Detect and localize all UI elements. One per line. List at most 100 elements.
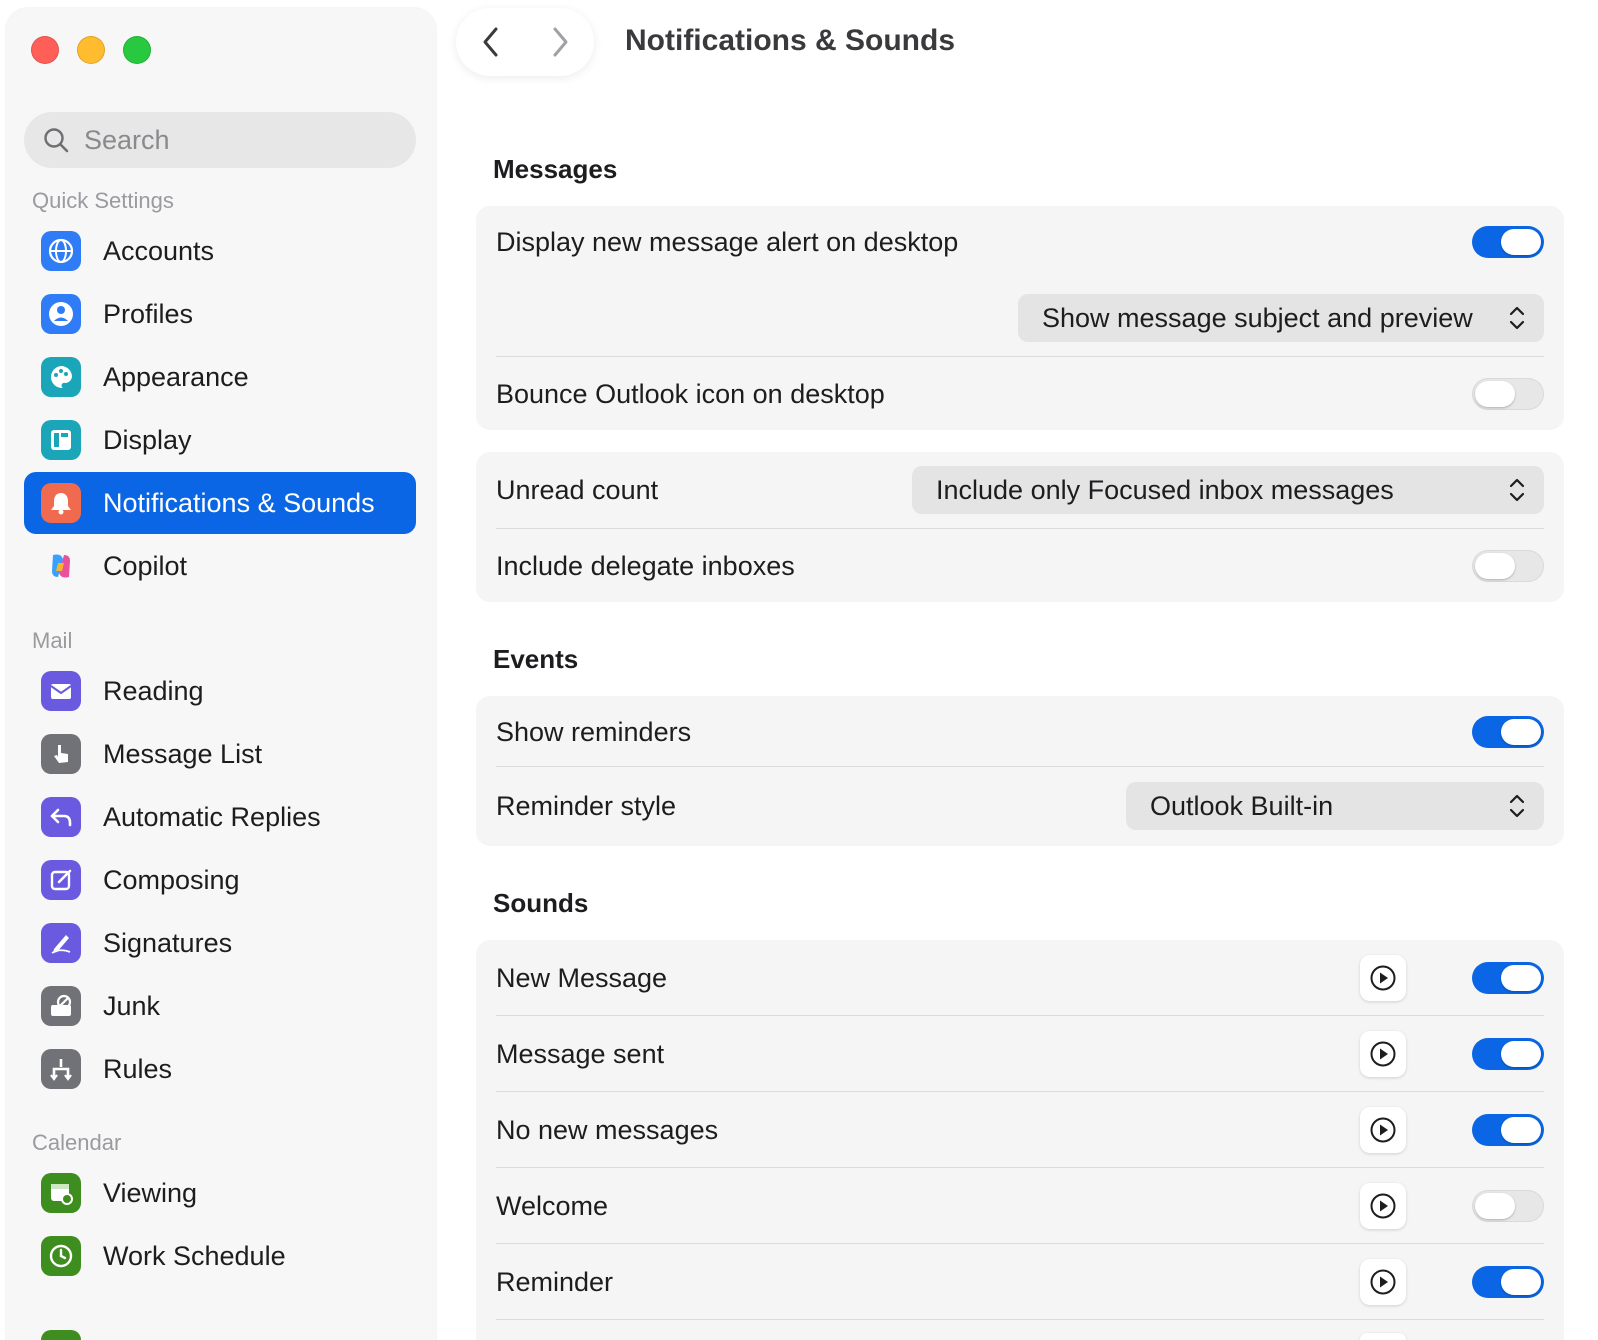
sidebar-item-viewing[interactable]: Viewing — [24, 1162, 416, 1224]
reminder-style-select-value: Outlook Built-in — [1150, 790, 1334, 821]
bounce-label: Bounce Outlook icon on desktop — [496, 378, 885, 409]
play-sound-button[interactable] — [1360, 1183, 1406, 1229]
back-button[interactable] — [466, 25, 516, 59]
unread-count-select-value: Include only Focused inbox messages — [936, 474, 1394, 505]
zoom-window-button[interactable] — [123, 36, 151, 64]
sidebar-item-label: Accounts — [103, 235, 215, 266]
display-alert-row: Display new message alert on desktop — [496, 220, 1544, 264]
bounce-row: Bounce Outlook icon on desktop — [496, 372, 1544, 416]
reminders-toggle[interactable] — [1472, 716, 1544, 748]
section-label-calendar: Calendar — [32, 1130, 122, 1155]
play-sound-button-partial[interactable] — [1360, 1333, 1406, 1340]
sidebar-item-label: Junk — [103, 990, 161, 1021]
chevron-left-icon — [483, 27, 497, 57]
section-title-messages: Messages — [493, 154, 618, 184]
compose-icon — [41, 860, 81, 900]
reply-icon — [41, 797, 81, 837]
bounce-toggle[interactable] — [1472, 378, 1544, 410]
reminder-style-select[interactable]: Outlook Built-in — [1126, 782, 1544, 830]
page-title: Notifications & Sounds — [625, 24, 955, 57]
sidebar-item-label: Notifications & Sounds — [103, 487, 375, 518]
sound-toggle[interactable] — [1472, 1038, 1544, 1070]
sidebar-item-profiles[interactable]: Profiles — [24, 283, 416, 345]
play-sound-button[interactable] — [1360, 1031, 1406, 1077]
chevron-up-down-icon — [1508, 477, 1526, 503]
close-window-button[interactable] — [31, 36, 59, 64]
display-alert-label: Display new message alert on desktop — [496, 226, 959, 257]
events-card: Show reminders Reminder style Outlook Bu… — [476, 696, 1564, 846]
unread-count-label: Unread count — [496, 474, 659, 505]
calendar-gear-icon — [41, 1173, 81, 1213]
search-field[interactable] — [24, 112, 416, 168]
sound-label: No new messages — [496, 1114, 719, 1145]
search-icon — [44, 128, 69, 153]
sound-toggle[interactable] — [1472, 962, 1544, 994]
sidebar-item-reading[interactable]: Reading — [24, 660, 416, 722]
sidebar-item-composing[interactable]: Composing — [24, 849, 416, 911]
search-input[interactable] — [82, 123, 386, 157]
sidebar-item-label: Message List — [103, 738, 263, 769]
sidebar-item-appearance[interactable]: Appearance — [24, 346, 416, 408]
navigation-buttons — [456, 8, 594, 76]
divider — [496, 766, 1544, 767]
sounds-card: New Message Message sent No new messages… — [476, 940, 1564, 1340]
sidebar-item-label: Display — [103, 424, 192, 455]
settings-window: Quick Settings Accounts Profiles Appeara… — [0, 0, 1598, 1340]
rules-icon — [41, 1049, 81, 1089]
forward-button[interactable] — [535, 25, 585, 59]
minimize-window-button[interactable] — [77, 36, 105, 64]
sidebar-item-label: Composing — [103, 864, 240, 895]
divider — [496, 1167, 1544, 1168]
sidebar-item-copilot[interactable]: Copilot — [24, 535, 416, 597]
palette-icon — [41, 357, 81, 397]
sidebar-item-work-schedule[interactable]: Work Schedule — [24, 1225, 416, 1287]
sound-toggle[interactable] — [1472, 1190, 1544, 1222]
messages-card: Display new message alert on desktop Sho… — [476, 206, 1564, 430]
preview-select-value: Show message subject and preview — [1042, 302, 1473, 333]
divider — [496, 1015, 1544, 1016]
sidebar-item-notifications-sounds[interactable]: Notifications & Sounds — [24, 472, 416, 534]
sidebar-item-automatic-replies[interactable]: Automatic Replies — [24, 786, 416, 848]
divider — [496, 356, 1544, 357]
sidebar-item-message-list[interactable]: Message List — [24, 723, 416, 785]
play-icon — [1370, 1193, 1396, 1219]
sidebar-item-display[interactable]: Display — [24, 409, 416, 471]
unread-card: Unread count Include only Focused inbox … — [476, 452, 1564, 602]
unread-count-select[interactable]: Include only Focused inbox messages — [912, 466, 1544, 514]
divider — [496, 1243, 1544, 1244]
delegate-label: Include delegate inboxes — [496, 550, 795, 581]
section-title-sounds: Sounds — [493, 888, 589, 918]
play-icon — [1370, 1117, 1396, 1143]
sidebar-item-label: Reading — [103, 675, 204, 706]
sound-label: New Message — [496, 962, 668, 993]
sidebar-item-junk[interactable]: Junk — [24, 975, 416, 1037]
sound-toggle[interactable] — [1472, 1114, 1544, 1146]
section-label-quick-settings: Quick Settings — [32, 188, 174, 213]
play-sound-button[interactable] — [1360, 955, 1406, 1001]
display-alert-toggle[interactable] — [1472, 226, 1544, 258]
chevron-right-icon — [553, 27, 567, 57]
chevron-up-down-icon — [1508, 793, 1526, 819]
play-icon — [1370, 1041, 1396, 1067]
globe-icon — [41, 231, 81, 271]
sound-toggle[interactable] — [1472, 1266, 1544, 1298]
sidebar-item-label: Rules — [103, 1053, 173, 1084]
junk-icon — [41, 986, 81, 1026]
sidebar-item-label: Appearance — [103, 361, 249, 392]
profile-icon — [41, 294, 81, 334]
hand-pointer-icon — [41, 734, 81, 774]
reminders-label: Show reminders — [496, 716, 692, 747]
play-sound-button[interactable] — [1360, 1107, 1406, 1153]
sidebar-item-accounts[interactable]: Accounts — [24, 220, 416, 282]
copilot-icon — [41, 546, 81, 586]
sidebar-item-label: Automatic Replies — [103, 801, 321, 832]
sidebar-item-rules[interactable]: Rules — [24, 1038, 416, 1100]
sidebar-item-signatures[interactable]: Signatures — [24, 912, 416, 974]
divider — [496, 528, 1544, 529]
preview-select[interactable]: Show message subject and preview — [1018, 294, 1544, 342]
reminders-row: Show reminders — [496, 710, 1544, 754]
section-label-mail: Mail — [32, 628, 73, 653]
play-sound-button[interactable] — [1360, 1259, 1406, 1305]
delegate-toggle[interactable] — [1472, 550, 1544, 582]
section-title-events: Events — [493, 644, 579, 674]
